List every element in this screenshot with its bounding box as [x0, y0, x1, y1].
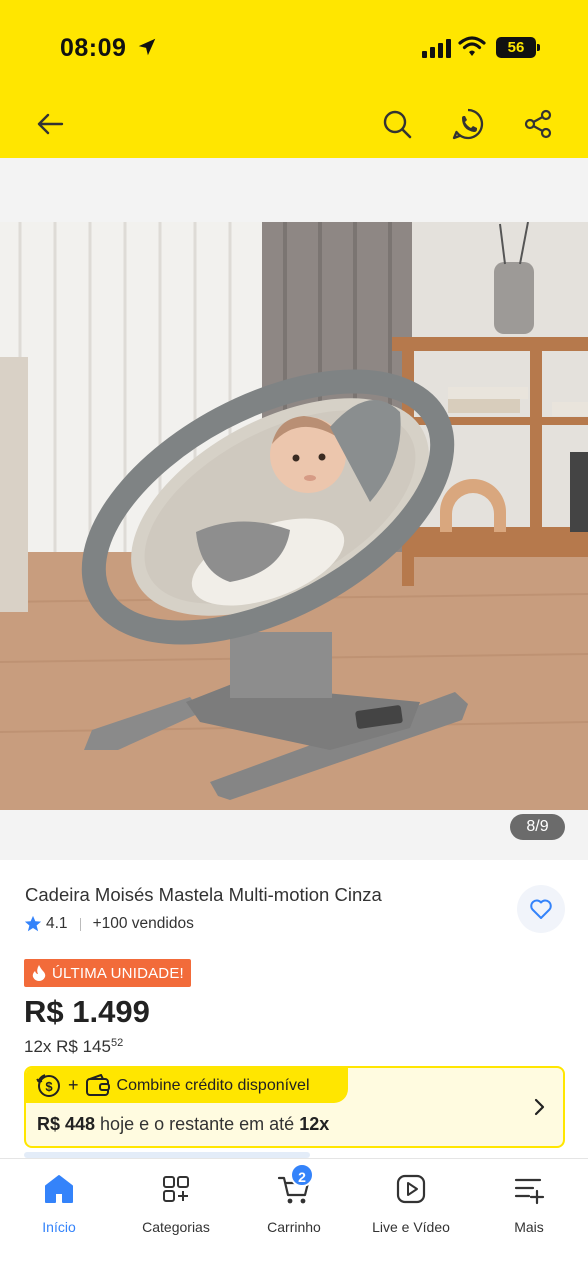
credit-count: 12x: [299, 1114, 330, 1134]
play-icon: [396, 1174, 426, 1204]
credit-plus: +: [68, 1075, 79, 1095]
home-icon: [45, 1175, 73, 1203]
cart-count-badge: 2: [290, 1163, 314, 1187]
tab-label: Mais: [514, 1219, 544, 1235]
credit-terms: R$ 448 hoje e o restante em até 12x: [37, 1114, 329, 1135]
rating-separator: [79, 917, 81, 931]
chevron-right-icon: [534, 1098, 545, 1116]
rating-row[interactable]: 4.1 +100 vendidos: [24, 913, 194, 935]
svg-text:$: $: [45, 1079, 53, 1094]
badge-label: ÚLTIMA UNIDADE!: [52, 964, 184, 982]
status-time: 08:09: [60, 34, 127, 62]
product-photo-illustration: [0, 222, 588, 810]
credit-offer-card[interactable]: $ + Combine crédito disponível R$ 448 ho…: [24, 1066, 565, 1148]
installments-cents: 52: [110, 1037, 124, 1049]
credit-label: Combine crédito disponível: [116, 1076, 310, 1094]
signal-icon: [422, 39, 451, 58]
heart-icon: [530, 899, 552, 919]
tab-label: Live e Vídeo: [372, 1219, 450, 1235]
installments-amount: 12x R$ 145: [24, 1037, 111, 1056]
product-image[interactable]: [0, 222, 588, 810]
product-title: Cadeira Moisés Mastela Multi-motion Cinz…: [25, 884, 382, 905]
tab-inicio[interactable]: Início: [0, 1171, 118, 1251]
wifi-icon: [458, 36, 486, 56]
status-bar: 08:09 56: [0, 0, 588, 96]
tab-mais[interactable]: Mais: [470, 1171, 588, 1251]
installments: 12x R$ 14552: [24, 1037, 123, 1057]
coin-icon: $: [36, 1073, 60, 1097]
tab-categorias[interactable]: Categorias: [117, 1171, 235, 1251]
sold-count: +100 vendidos: [92, 915, 194, 932]
search-icon[interactable]: [381, 108, 413, 140]
product-price: R$ 1.499: [24, 994, 150, 1029]
product-page: 08:09 56 8/9 Cadeira Moisés Mastela Mult…: [0, 0, 588, 1280]
tab-live-video[interactable]: Live e Vídeo: [352, 1171, 470, 1251]
arrow-left-icon[interactable]: [34, 108, 66, 140]
last-unit-badge: ÚLTIMA UNIDADE!: [24, 959, 191, 987]
image-counter: 8/9: [510, 814, 565, 840]
gallery-bottom-band: [0, 810, 588, 860]
gallery-top-band: [0, 158, 588, 222]
share-icon[interactable]: [522, 108, 554, 140]
whatsapp-icon[interactable]: [450, 106, 486, 142]
battery-indicator: 56: [496, 37, 540, 58]
tab-label: Carrinho: [267, 1219, 321, 1235]
credit-offer-header: $ + Combine crédito disponível: [26, 1068, 348, 1103]
menu-plus-icon: [514, 1178, 545, 1205]
fire-icon: [32, 965, 46, 981]
favorite-button[interactable]: [517, 885, 565, 933]
credit-amount: R$ 448: [37, 1114, 96, 1134]
categories-icon: [163, 1176, 189, 1202]
tab-label: Início: [42, 1219, 76, 1235]
credit-text: hoje e o restante em até: [95, 1114, 300, 1134]
wallet-icon: [85, 1073, 110, 1096]
rating-value: 4.1: [46, 915, 68, 932]
header: 08:09 56: [0, 0, 588, 158]
location-arrow-icon: [138, 38, 156, 56]
tab-label: Categorias: [142, 1219, 210, 1235]
star-icon: [24, 915, 42, 932]
